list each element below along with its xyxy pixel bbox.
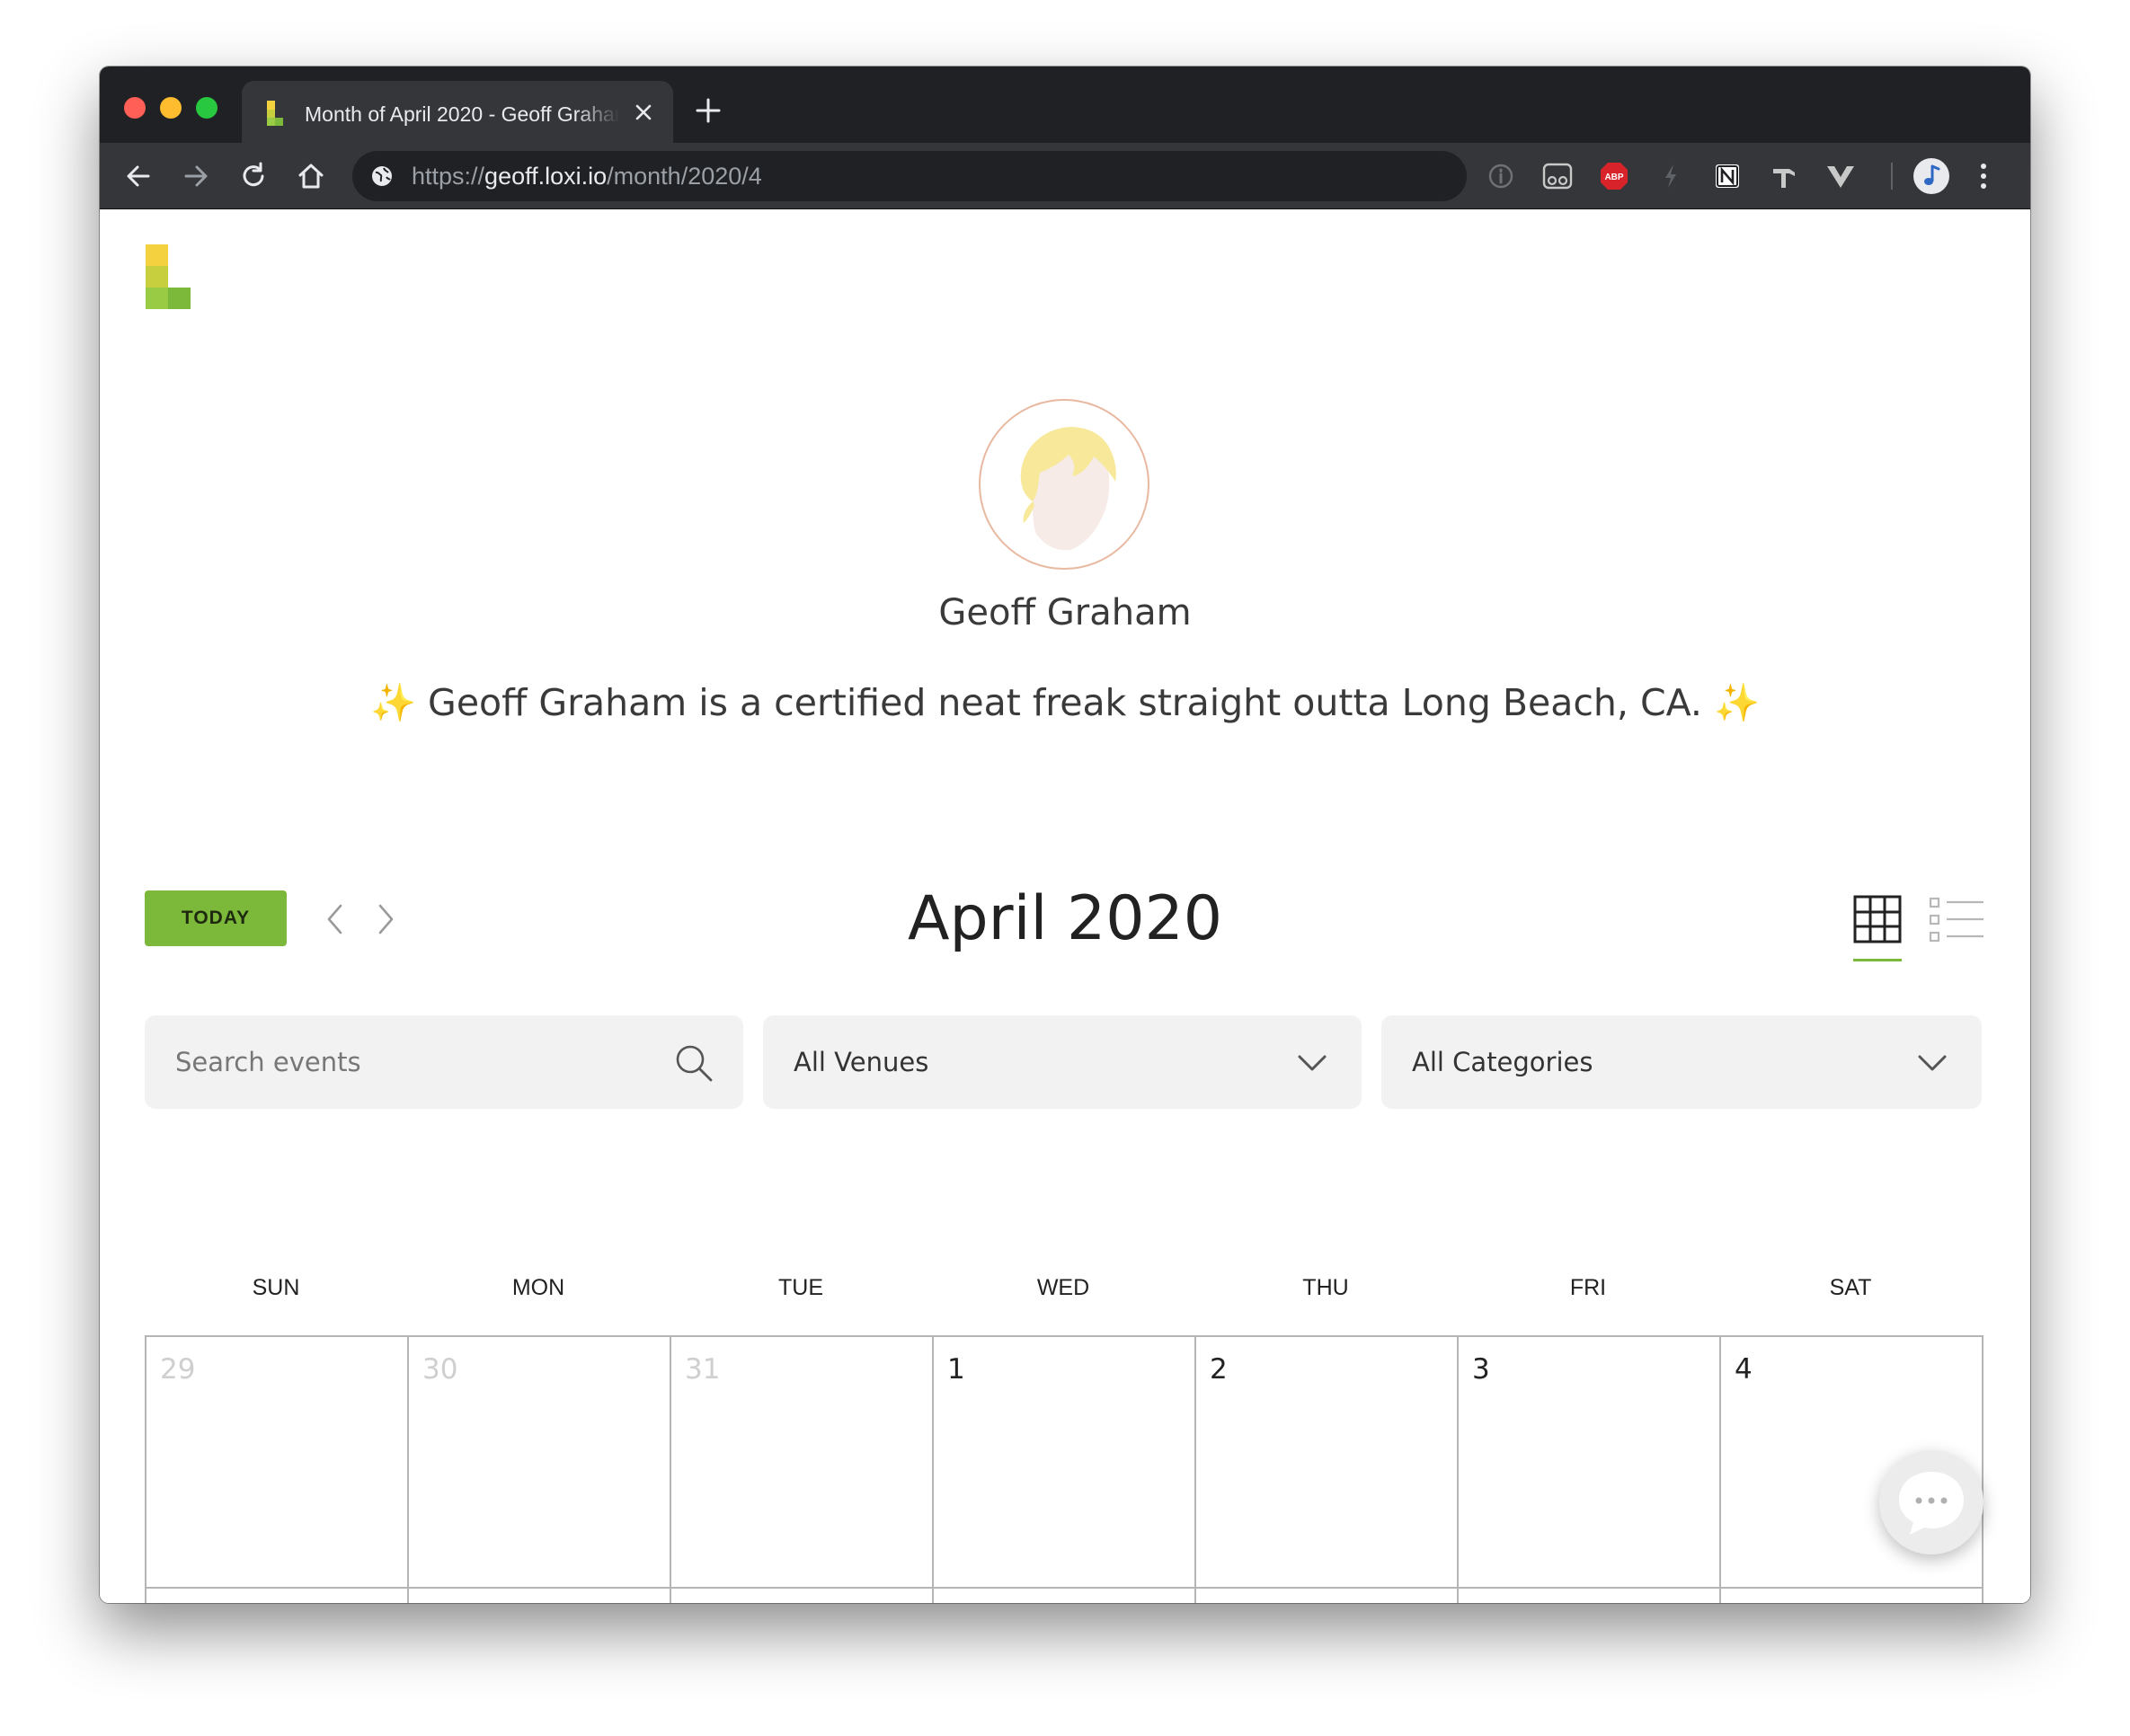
profile-bio: ✨ Geoff Graham is a certified neat freak…	[100, 681, 2030, 725]
day-cell[interactable]: 3	[1472, 1353, 1490, 1386]
day-cell[interactable]: 2	[1210, 1353, 1228, 1386]
url-host: geoff.loxi.io	[484, 163, 608, 190]
chat-bubble-icon	[1899, 1472, 1964, 1535]
hammer-extension-icon[interactable]	[1768, 160, 1800, 192]
notion-extension-icon[interactable]	[1711, 160, 1744, 192]
browser-toolbar: https://geoff.loxi.io/month/2020/4 ABP	[100, 143, 2030, 209]
list-view-icon[interactable]	[1929, 897, 1984, 943]
venues-dropdown[interactable]: All Venues	[763, 1015, 1362, 1109]
info-extension-icon[interactable]	[1485, 160, 1517, 192]
grid-line	[1719, 1335, 1721, 1603]
search-events-field[interactable]: Search events	[145, 1015, 743, 1109]
sparkle-icon: ✨	[1714, 681, 1761, 724]
reload-icon[interactable]	[236, 159, 271, 193]
weekday-header-thu: THU	[1302, 1275, 1349, 1300]
reader-glasses-extension-icon[interactable]	[1541, 160, 1574, 192]
day-cell[interactable]: 30	[422, 1353, 457, 1386]
day-cell[interactable]: 4	[1735, 1353, 1753, 1386]
toolbar-divider	[1891, 163, 1893, 190]
new-tab-icon[interactable]	[695, 97, 722, 124]
address-bar[interactable]: https://geoff.loxi.io/month/2020/4	[352, 151, 1467, 201]
grid-line	[932, 1335, 934, 1603]
browser-window: Month of April 2020 - Geoff Graham https…	[100, 66, 2030, 1603]
grid-line	[1457, 1335, 1459, 1603]
lightning-extension-icon[interactable]	[1655, 160, 1687, 192]
loxi-favicon-icon	[267, 101, 283, 126]
grid-line	[1194, 1335, 1196, 1603]
weekday-header-sat: SAT	[1829, 1275, 1872, 1300]
browser-tab[interactable]: Month of April 2020 - Geoff Graham	[242, 81, 673, 143]
grid-line	[670, 1335, 671, 1603]
url-path: /month/2020/4	[607, 163, 762, 190]
url-text: https://geoff.loxi.io/month/2020/4	[412, 163, 762, 190]
day-cell[interactable]: 31	[685, 1353, 720, 1386]
active-view-indicator	[1853, 959, 1902, 961]
month-grid-view-icon[interactable]	[1853, 895, 1902, 943]
search-placeholder: Search events	[175, 1047, 361, 1077]
day-cell[interactable]: 29	[160, 1353, 195, 1386]
grid-line	[407, 1335, 409, 1603]
loxi-logo-icon[interactable]	[146, 244, 191, 309]
vue-devtools-extension-icon[interactable]	[1824, 160, 1857, 192]
weekday-header-sun: SUN	[252, 1275, 300, 1300]
venues-selected-value: All Venues	[794, 1047, 929, 1077]
forward-arrow-icon[interactable]	[179, 159, 213, 193]
profile-avatar[interactable]	[1913, 158, 1949, 194]
url-scheme: https://	[412, 163, 485, 190]
weekday-header-tue: TUE	[778, 1275, 823, 1300]
page-content: Geoff Graham ✨ Geoff Graham is a certifi…	[100, 209, 2030, 1603]
more-menu-icon[interactable]	[1978, 160, 1989, 192]
grid-line	[145, 1335, 1984, 1337]
home-icon[interactable]	[294, 159, 328, 193]
month-title: April 2020	[907, 883, 1223, 954]
minimize-window-button[interactable]	[160, 97, 182, 119]
profile-avatar-image	[979, 399, 1149, 570]
profile-name: Geoff Graham	[938, 592, 1192, 633]
bio-text: Geoff Graham is a certified neat freak s…	[428, 681, 1702, 724]
zoom-window-button[interactable]	[196, 97, 217, 119]
weekday-header-fri: FRI	[1569, 1275, 1607, 1300]
tab-bar: Month of April 2020 - Geoff Graham	[100, 66, 2030, 143]
adblock-badge-text: ABP	[1604, 173, 1623, 182]
weekday-header-wed: WED	[1036, 1275, 1090, 1300]
close-tab-icon[interactable]	[632, 101, 655, 124]
sparkle-icon: ✨	[369, 681, 416, 724]
weekday-header-mon: MON	[511, 1275, 565, 1300]
categories-dropdown[interactable]: All Categories	[1381, 1015, 1982, 1109]
close-window-button[interactable]	[124, 97, 146, 119]
grid-line	[145, 1335, 146, 1603]
adblock-extension-icon[interactable]: ABP	[1598, 160, 1630, 192]
chat-widget-button[interactable]	[1879, 1450, 1984, 1554]
search-icon[interactable]	[673, 1042, 714, 1084]
grid-line	[145, 1587, 1984, 1589]
categories-selected-value: All Categories	[1412, 1047, 1593, 1077]
globe-icon[interactable]	[370, 164, 394, 188]
back-arrow-icon[interactable]	[121, 159, 155, 193]
chevron-down-icon	[1912, 1042, 1953, 1084]
day-cell[interactable]: 1	[947, 1353, 965, 1386]
chevron-down-icon	[1291, 1042, 1333, 1084]
tab-title: Month of April 2020 - Geoff Graham	[305, 102, 619, 126]
